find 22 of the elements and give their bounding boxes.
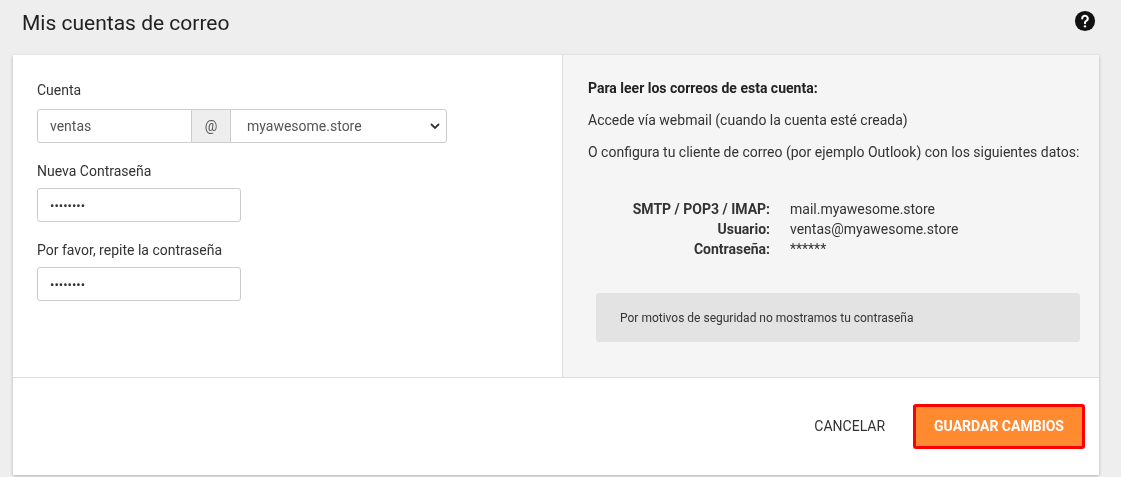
- info-text: Accede vía webmail (cuando la cuenta esté creada): [588, 111, 909, 131]
- detail-label: Contraseña:: [692, 240, 770, 259]
- info-heading: Para leer los correos de esta cuenta:: [588, 79, 819, 98]
- username-input[interactable]: ventas: [37, 109, 192, 143]
- info-text: O configura tu cliente de correo (por ejemplo Outlook) con los siguientes datos:: [588, 143, 1081, 162]
- chevron-down-icon: [430, 122, 440, 130]
- help-icon[interactable]: [1074, 10, 1096, 32]
- security-notice: Por motivos de seguridad no mostramos tu contraseña: [620, 309, 914, 327]
- at-sign-addon: @: [192, 109, 230, 143]
- detail-label: Usuario:: [716, 220, 770, 239]
- password-input[interactable]: ••••••••: [37, 267, 241, 301]
- field-label: Cuenta: [37, 81, 83, 100]
- password-input[interactable]: ••••••••: [37, 188, 241, 222]
- field-label: Por favor, repite la contraseña: [37, 241, 224, 260]
- domain-select[interactable]: myawesome.store: [230, 109, 447, 143]
- detail-value: ******: [790, 240, 828, 259]
- detail-value: ventas@myawesome.store: [790, 220, 960, 239]
- field-label: Nueva Contraseña: [37, 162, 153, 181]
- detail-value: mail.myawesome.store: [790, 200, 937, 219]
- detail-label: SMTP / POP3 / IMAP:: [631, 200, 770, 219]
- page-title: Mis cuentas de correo: [22, 10, 230, 37]
- cancel-button[interactable]: CANCELAR: [806, 406, 894, 447]
